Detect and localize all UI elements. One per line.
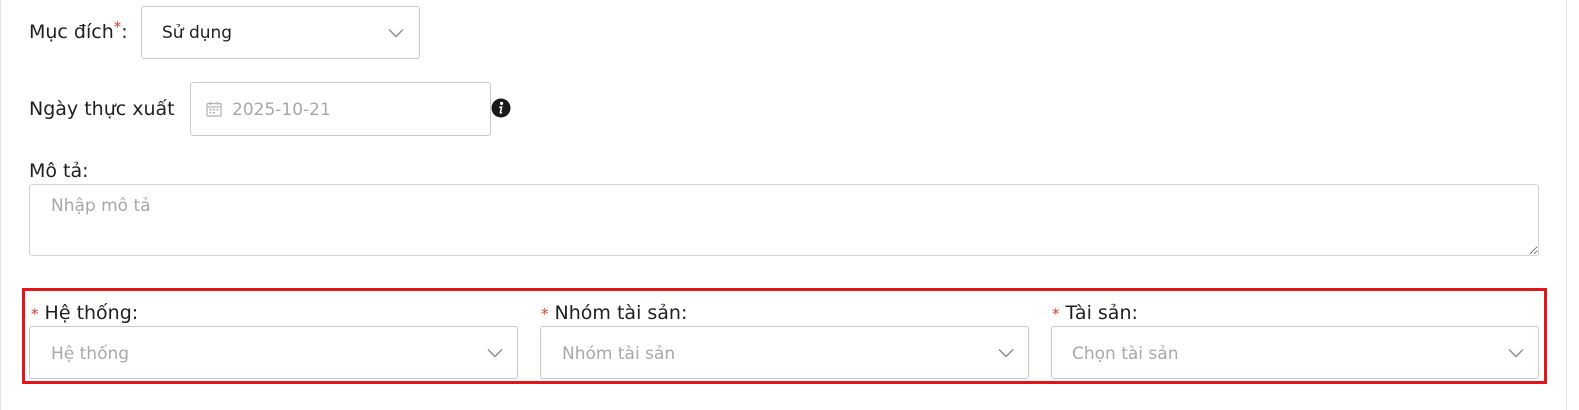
purpose-label-text: Mục đích [29, 21, 114, 43]
asset-select[interactable]: Chọn tài sản [1051, 326, 1539, 379]
purpose-label: Mục đích*: [29, 18, 128, 45]
asset-group-label-text: Nhóm tài sản: [554, 302, 688, 324]
system-select-placeholder: Hệ thống [51, 344, 130, 364]
page-left-border [0, 0, 1, 410]
system-label: * Hệ thống: [31, 301, 138, 326]
chevron-down-icon [388, 28, 404, 38]
asset-group-required-mark: * [541, 305, 549, 323]
system-label-text: Hệ thống: [44, 302, 139, 324]
calendar-icon [206, 101, 222, 117]
purpose-required-mark: * [113, 18, 122, 36]
export-date-label: Ngày thực xuất [29, 98, 175, 120]
export-date-picker[interactable]: 2025-10-21 [190, 82, 491, 136]
asset-required-mark: * [1052, 305, 1060, 323]
info-icon[interactable] [491, 98, 511, 118]
description-textarea[interactable] [29, 184, 1539, 256]
chevron-down-icon [487, 348, 503, 358]
chevron-down-icon [998, 348, 1014, 358]
asset-group-label: * Nhóm tài sản: [541, 301, 687, 326]
asset-select-placeholder: Chọn tài sản [1072, 344, 1179, 364]
asset-group-select-placeholder: Nhóm tài sản [562, 344, 676, 364]
system-select[interactable]: Hệ thống [29, 326, 518, 379]
purpose-select[interactable]: Sử dụng [141, 6, 420, 59]
chevron-down-icon [1508, 348, 1524, 358]
asset-group-select[interactable]: Nhóm tài sản [540, 326, 1029, 379]
asset-label-text: Tài sản: [1065, 302, 1138, 324]
export-date-placeholder: 2025-10-21 [232, 100, 331, 120]
page-right-border [1566, 0, 1567, 410]
system-required-mark: * [31, 305, 39, 323]
purpose-colon: : [121, 21, 128, 43]
purpose-select-value: Sử dụng [162, 23, 233, 43]
description-label: Mô tả: [29, 160, 89, 182]
asset-label: * Tài sản: [1052, 301, 1138, 326]
